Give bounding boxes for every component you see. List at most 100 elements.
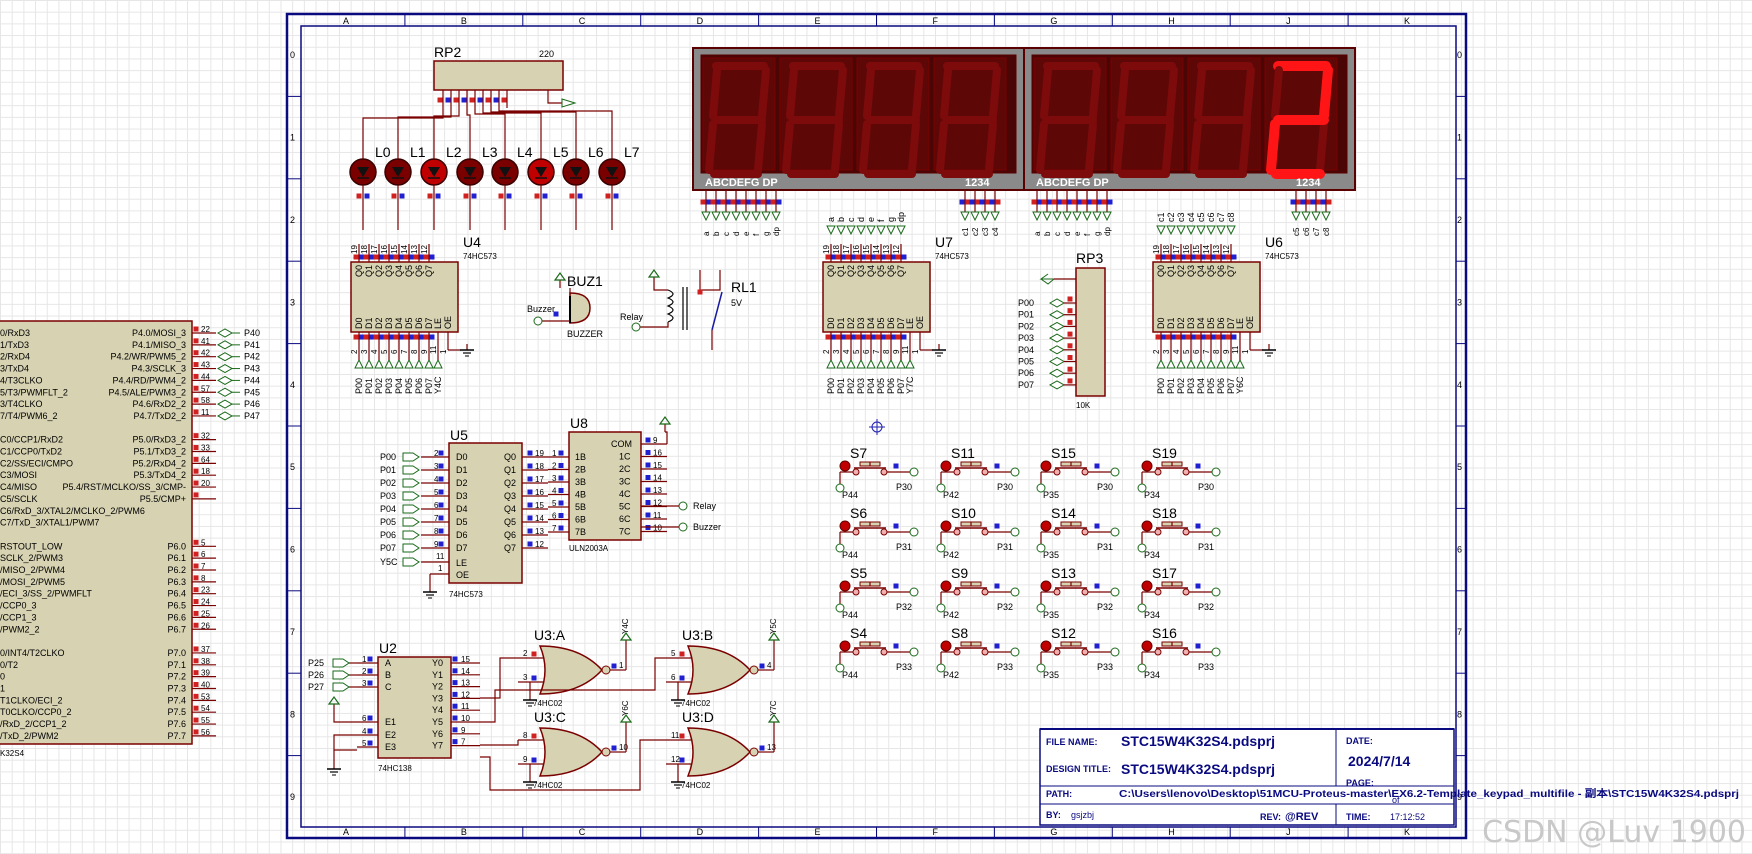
pin-number: 33 [201,444,210,453]
pin-name: Q4 [394,265,404,277]
net-terminal [1156,358,1166,369]
port-label: P44 [244,375,260,385]
net-label: P00 [1156,378,1166,394]
gate-net-label: Y5C [769,618,778,634]
gate-type: 74HC02 [681,699,711,708]
pin-marker [776,199,782,205]
port-terminal [216,363,234,374]
segment-f [1194,66,1206,120]
net-label: P03 [384,378,394,394]
pin-marker [1061,199,1067,205]
net-terminal [771,211,781,222]
segment-b [835,66,847,120]
switch-net-left: P35 [1043,610,1059,620]
pin-marker [393,334,399,340]
pin-marker [1205,254,1211,260]
pin-number: 18 [1162,245,1171,254]
net-terminal [1092,211,1102,222]
net-label: P07 [380,543,396,553]
mcu-pin-label: 1 [0,684,5,694]
pin-number: 11 [671,731,680,740]
pin-marker [893,643,899,649]
gate-u3-c: U3:C74HC028910Y6C [518,700,633,790]
pin-name: D1 [456,465,468,475]
pin-number: 14 [400,245,409,254]
pin-name: D1 [836,317,846,329]
driver-u8[interactable]: U8 ULN2003A 1B 1 2B 2 3B 3 4B 4 5B 5 6B 6 7B 7 COM 9 1C 16 2… [548,415,721,553]
pin-indicator [839,520,851,532]
pin-marker [527,450,533,456]
contact [852,468,860,476]
pin-name: Q1 [504,465,516,475]
switch-ref: S16 [1152,625,1177,641]
segment-legend: ABCDEFG DP [705,177,778,189]
column-label: J [1286,827,1291,837]
net-terminal [404,358,414,369]
pin-net-label: c5 [1292,227,1301,236]
segment-e [1113,120,1125,174]
mcu-pin-label: SCLK_2/PWM3 [0,553,63,563]
latch-u6[interactable]: U674HC573Q0D0192Q1D1183Q2D2174Q3D3165Q4D… [1152,212,1299,394]
pin-name: D5 [876,317,886,329]
switch-s11: S11 P42 P30 [936,445,1020,500]
net-terminal [414,358,424,369]
pin-marker [193,326,199,332]
net-terminal [741,211,751,222]
mcu-pin-label: C5/SCLK [0,494,38,504]
pin-number: 2 [552,462,557,471]
pin-number: 1 [911,349,920,354]
latch-u4[interactable]: U474HC573Q0D0192Q1D1183Q2D2174Q3D3165Q4D… [350,234,497,394]
switch-s13: S13 P35 P32 [1036,565,1120,620]
contact [1081,588,1089,596]
resistor-pack-rp2[interactable]: RP2 220 [433,44,577,108]
row-label: 1 [290,133,295,143]
mcu-pin-label: P5.0/RxD3_2 [132,435,186,445]
pin-name: D0 [456,452,468,462]
net-label: P00 [380,452,396,462]
schematic-canvas[interactable]: AABBCCDDEEFFGGHHJJKK0 01 12 23 34 45 56 67 78 89 9… [0,0,1752,854]
decoder-u2[interactable]: U2 74HC138 A 1 B 2 C 3 E1 6 E2 4 E3 5 P25 P26 P27 Y0 15 Y1 1… [308,640,480,776]
ground-icon [1262,344,1276,357]
switch-ref: S17 [1152,565,1177,581]
latch-u7[interactable]: U774HC573Q0D0192Q1D1183Q2D2174Q3D3165Q4D… [822,212,969,394]
rp2-value: 220 [539,49,554,59]
power-icon [647,268,661,285]
contact [1154,468,1162,476]
net-terminal [1206,358,1216,369]
net-terminal [990,211,1000,222]
pin-marker [558,500,564,506]
pin-marker [845,254,851,260]
switch-ref: S11 [951,445,975,461]
seven-segment-displays[interactable]: ABCDEFG DP 1234a b c d e f g dp c1 c2 c3 c4ABCDEFG D… [692,47,1356,236]
pin-name: OE [1245,316,1255,329]
pin-marker [531,651,537,657]
led-row[interactable]: L0 L1 L2 L3 L4 L5 L6 L7 [349,108,640,230]
relay-rl1[interactable]: RL1 5V Relay [620,268,757,350]
pin-number: 13 [535,527,544,536]
pin-net-label: c3 [981,227,990,236]
pin-number: 17 [535,475,544,484]
pin-marker [383,254,389,260]
pin-marker [363,254,369,260]
date-value: 2024/7/14 [1348,753,1410,769]
port-terminal [216,375,234,385]
u8-type: ULN2003A [569,544,609,553]
net-label: P02 [1176,378,1186,394]
pin-number: 12 [671,755,680,764]
net-terminal [846,225,856,236]
mcu-stc15w4k32s4[interactable]: 0/RxD3 1/TxD3 2/RxD4 3/TxD44/T3CLKO 5/T3/PWM… [0,320,260,758]
wire [711,291,723,331]
latch-u5[interactable]: U574HC573D0 Q02 19P00D1 Q13 18P01D2 Q24 17P02D… [380,427,548,599]
keypad-switch-matrix[interactable]: S7 P44 P30 S11 P42 P30 S15 P35 P30 S19 P34 P30 S6 P44… [835,445,1221,680]
contact [953,468,961,476]
nor-gates-u3[interactable]: U3:A74HC02231Y4CU3:B74HC02564Y5CU3:C74HC… [480,618,781,791]
pin-name: 1B [575,452,586,462]
pin-marker [193,705,199,711]
resistor-pack-rp3[interactable]: RP3 10K P00 P01P02 P03 P04 P05P06 P07 [1018,250,1106,410]
pin-marker [413,334,419,340]
net-terminal-icon [767,713,781,730]
contact [852,648,860,656]
buzzer-buz1[interactable]: BUZ1 BUZZER Buzzer [527,271,604,339]
pin-number: 10 [461,714,470,723]
pin-number: 3 [434,462,439,471]
